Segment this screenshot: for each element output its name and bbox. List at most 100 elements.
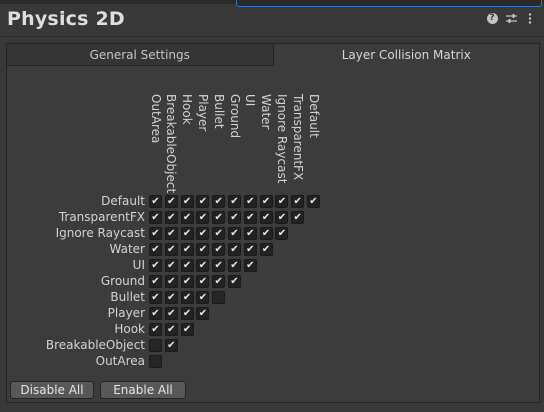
collision-checkbox-checked[interactable]: ✔	[149, 323, 162, 336]
collision-checkbox-checked[interactable]: ✔	[243, 227, 257, 240]
collision-checkbox-checked[interactable]: ✔	[196, 307, 210, 320]
column-label: Player	[195, 94, 210, 132]
collision-checkbox-checked[interactable]: ✔	[275, 195, 289, 208]
collision-checkbox-checked[interactable]: ✔	[228, 195, 241, 208]
collision-checkbox-checked[interactable]: ✔	[259, 211, 273, 224]
collision-checkbox-checked[interactable]: ✔	[196, 211, 210, 224]
collision-checkbox-checked[interactable]: ✔	[228, 259, 241, 272]
collision-checkbox-unchecked[interactable]	[149, 355, 162, 368]
collision-checkbox-checked[interactable]: ✔	[196, 227, 210, 240]
collision-checkbox-checked[interactable]: ✔	[275, 227, 289, 240]
collision-checkbox-checked[interactable]: ✔	[243, 195, 257, 208]
collision-checkbox-checked[interactable]: ✔	[228, 211, 241, 224]
row-label: BreakableObject	[45, 338, 145, 352]
row-label: OutArea	[95, 354, 145, 368]
help-button[interactable]: ?	[486, 12, 498, 24]
collision-checkbox-checked[interactable]: ✔	[196, 243, 210, 256]
collision-checkbox-checked[interactable]: ✔	[164, 211, 178, 224]
column-label: OutArea	[148, 94, 163, 144]
row-label: Bullet	[110, 290, 145, 304]
collision-checkbox-checked[interactable]: ✔	[259, 227, 273, 240]
collision-checkbox-checked[interactable]: ✔	[196, 291, 210, 304]
collision-checkbox-checked[interactable]: ✔	[228, 227, 241, 240]
collision-checkbox-checked[interactable]: ✔	[149, 259, 162, 272]
row-label: UI	[132, 258, 145, 272]
column-label: Ground	[227, 94, 242, 139]
page-title: Physics 2D	[7, 8, 125, 30]
collision-checkbox-checked[interactable]: ✔	[149, 195, 162, 208]
collision-checkbox-checked[interactable]: ✔	[259, 195, 273, 208]
collision-checkbox-checked[interactable]: ✔	[149, 211, 162, 224]
collision-checkbox-checked[interactable]: ✔	[275, 211, 289, 224]
column-label: Default	[306, 94, 321, 138]
column-label: Bullet	[211, 94, 226, 129]
row-label: Default	[101, 194, 145, 208]
row-label: Water	[109, 242, 145, 256]
collision-checkbox-checked[interactable]: ✔	[149, 307, 162, 320]
collision-checkbox-checked[interactable]: ✔	[228, 275, 241, 288]
collision-checkbox-checked[interactable]: ✔	[307, 195, 320, 208]
collision-checkbox-checked[interactable]: ✔	[164, 291, 178, 304]
collision-checkbox-checked[interactable]: ✔	[212, 227, 226, 240]
collision-checkbox-checked[interactable]: ✔	[228, 243, 241, 256]
collision-checkbox-checked[interactable]: ✔	[243, 211, 257, 224]
enable-all-button[interactable]: Enable All	[100, 381, 186, 399]
collision-checkbox-checked[interactable]: ✔	[149, 243, 162, 256]
collision-checkbox-checked[interactable]: ✔	[164, 339, 178, 352]
matrix-buttons: Disable All Enable All	[10, 381, 186, 399]
collision-checkbox-checked[interactable]: ✔	[196, 195, 210, 208]
collision-checkbox-checked[interactable]: ✔	[180, 275, 194, 288]
search-field[interactable]	[236, 0, 542, 7]
row-label: Ignore Raycast	[55, 226, 145, 240]
collision-checkbox-checked[interactable]: ✔	[180, 211, 194, 224]
collision-checkbox-checked[interactable]: ✔	[291, 195, 305, 208]
column-label: TransparentFX	[290, 94, 305, 181]
collision-checkbox-unchecked[interactable]	[212, 291, 226, 304]
collision-checkbox-checked[interactable]: ✔	[164, 323, 178, 336]
row-label: Hook	[114, 322, 145, 336]
collision-checkbox-checked[interactable]: ✔	[149, 291, 162, 304]
collision-checkbox-checked[interactable]: ✔	[164, 275, 178, 288]
collision-checkbox-checked[interactable]: ✔	[180, 243, 194, 256]
settings-panel: General Settings Layer Collision Matrix …	[6, 43, 540, 403]
collision-checkbox-checked[interactable]: ✔	[180, 195, 194, 208]
help-icon: ?	[486, 12, 498, 24]
collision-checkbox-checked[interactable]: ✔	[196, 259, 210, 272]
column-label: UI	[243, 94, 258, 107]
header-separator	[0, 36, 544, 37]
collision-checkbox-checked[interactable]: ✔	[164, 259, 178, 272]
collision-checkbox-checked[interactable]: ✔	[212, 259, 226, 272]
collision-checkbox-checked[interactable]: ✔	[243, 259, 257, 272]
collision-checkbox-checked[interactable]: ✔	[180, 307, 194, 320]
header-icons: ?	[486, 12, 536, 24]
column-label: BreakableObject	[164, 94, 179, 194]
collision-checkbox-checked[interactable]: ✔	[212, 243, 226, 256]
collision-checkbox-checked[interactable]: ✔	[164, 243, 178, 256]
layer-collision-matrix: OutArea BreakableObject Hook Player Bullet Gr…	[7, 44, 539, 402]
collision-checkbox-checked[interactable]: ✔	[180, 323, 194, 336]
presets-button[interactable]	[505, 12, 517, 24]
column-label: Hook	[180, 94, 195, 125]
collision-checkbox-checked[interactable]: ✔	[243, 243, 257, 256]
column-label: Water	[259, 94, 274, 130]
collision-checkbox-checked[interactable]: ✔	[164, 227, 178, 240]
collision-checkbox-checked[interactable]: ✔	[259, 243, 273, 256]
collision-checkbox-checked[interactable]: ✔	[149, 275, 162, 288]
collision-checkbox-checked[interactable]: ✔	[164, 307, 178, 320]
collision-checkbox-checked[interactable]: ✔	[212, 195, 226, 208]
disable-all-button[interactable]: Disable All	[10, 381, 94, 399]
collision-checkbox-checked[interactable]: ✔	[212, 211, 226, 224]
collision-checkbox-checked[interactable]: ✔	[291, 211, 305, 224]
row-label: Player	[107, 306, 145, 320]
collision-checkbox-unchecked[interactable]	[149, 339, 162, 352]
collision-checkbox-checked[interactable]: ✔	[180, 259, 194, 272]
collision-checkbox-checked[interactable]: ✔	[164, 195, 178, 208]
collision-checkbox-checked[interactable]: ✔	[149, 227, 162, 240]
column-label: Ignore Raycast	[274, 94, 289, 184]
collision-checkbox-checked[interactable]: ✔	[196, 275, 210, 288]
collision-checkbox-checked[interactable]: ✔	[212, 275, 226, 288]
row-label: TransparentFX	[58, 210, 145, 224]
collision-checkbox-checked[interactable]: ✔	[180, 291, 194, 304]
more-options-button[interactable]	[524, 12, 536, 24]
collision-checkbox-checked[interactable]: ✔	[180, 227, 194, 240]
